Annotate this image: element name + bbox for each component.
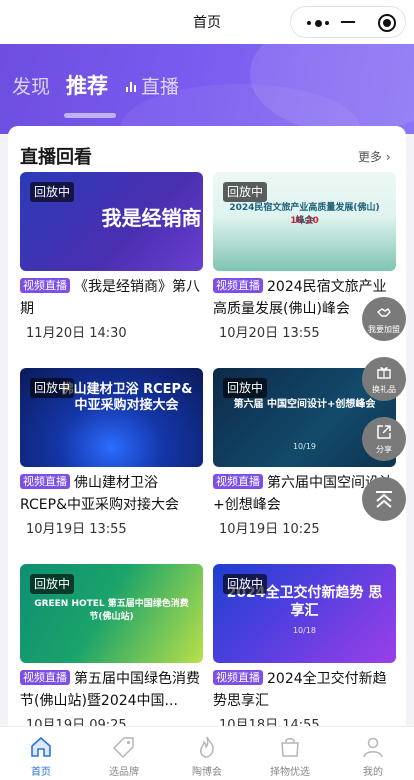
item-title[interactable]: 视频直播 佛山建材卫浴RCEP&中亚采购对接大会: [20, 472, 203, 516]
type-tag: 视频直播: [213, 474, 263, 489]
tabbar-selection[interactable]: 择物优选: [249, 727, 331, 780]
thumbnail-text: 我是经销商: [101, 206, 202, 230]
user-icon: [363, 737, 383, 758]
item-time: 11月20日 14:30: [26, 326, 127, 341]
minimize-icon[interactable]: [341, 21, 355, 23]
live-bars-icon: [126, 82, 138, 92]
tabbar-brands-label: 选品牌: [109, 767, 139, 778]
thumbnail-date: 10.20: [290, 216, 319, 226]
back-to-top-button[interactable]: [362, 477, 406, 521]
hero-banner: 发现 推荐 直播: [0, 44, 414, 134]
tabbar-profile[interactable]: 我的: [332, 727, 414, 780]
item-time: 10月19日 13:55: [26, 522, 127, 537]
item-time: 10月20日 13:55: [219, 326, 320, 341]
item-title[interactable]: 视频直播 第五届中国绿色消费节(佛山站)暨2024中国...: [20, 668, 203, 712]
tab-discover[interactable]: 发现: [12, 72, 50, 99]
more-label: 更多: [358, 150, 383, 164]
tabbar-expo[interactable]: 陶博会: [166, 727, 248, 780]
top-nav-bar: 首页: [0, 0, 414, 44]
chevron-right-icon: ›: [382, 150, 391, 164]
tabbar-home[interactable]: 首页: [0, 727, 82, 780]
tabbar-brands[interactable]: 选品牌: [83, 727, 165, 780]
status-badge: 回放中: [30, 378, 75, 398]
bottom-tab-bar: 首页 选品牌 陶博会 择物优选 我的: [0, 726, 414, 780]
tabbar-profile-label: 我的: [363, 767, 383, 778]
tab-underline: [64, 113, 116, 118]
tabbar-home-label: 首页: [31, 767, 51, 778]
thumbnail-text: GREEN HOTEL 第五届中国绿色消费节(佛山站): [34, 599, 189, 622]
type-tag: 视频直播: [20, 670, 70, 685]
join-franchise-button[interactable]: 我要加盟: [362, 297, 406, 341]
tab-recommend[interactable]: 推荐: [66, 70, 108, 100]
close-target-icon[interactable]: [378, 14, 396, 32]
tabbar-selection-label: 择物优选: [270, 767, 310, 778]
gift-icon: [377, 367, 391, 379]
replay-thumbnail[interactable]: GREEN HOTEL 第五届中国绿色消费节(佛山站) 回放中: [20, 564, 203, 663]
type-tag: 视频直播: [213, 670, 263, 685]
replay-thumbnail[interactable]: 2024民宿文旅产业高质量发展(佛山)峰会 10.20 回放中: [213, 172, 396, 271]
share-button[interactable]: 分享: [362, 417, 406, 461]
replay-thumbnail[interactable]: 2024全卫交付新趋势 思享汇 10/18 回放中: [213, 564, 396, 663]
replay-thumbnail[interactable]: 佛山建材卫浴 RCEP&中亚采购对接大会 回放中: [20, 368, 203, 467]
thumbnail-text: 第六届 中国空间设计+创想峰会: [233, 399, 376, 410]
status-badge: 回放中: [30, 574, 75, 594]
bag-icon: [281, 738, 299, 757]
handshake-icon: [376, 308, 391, 317]
item-time: 10月19日 10:25: [219, 522, 320, 537]
status-badge: 回放中: [223, 182, 268, 202]
status-badge: 回放中: [223, 574, 268, 594]
type-tag: 视频直播: [20, 278, 70, 293]
exchange-gift-label: 换礼品: [372, 385, 396, 394]
status-badge: 回放中: [223, 378, 268, 398]
more-dots-icon[interactable]: [307, 19, 329, 27]
type-tag: 视频直播: [213, 278, 263, 293]
item-title[interactable]: 视频直播 2024全卫交付新趋势思享汇: [213, 668, 396, 712]
thumbnail-date: 10/18: [292, 626, 317, 635]
exchange-gift-button[interactable]: 换礼品: [362, 357, 406, 401]
flame-icon: [200, 736, 214, 758]
replay-thumbnail[interactable]: 我是经销商 回放中: [20, 172, 203, 271]
share-icon: [377, 425, 391, 439]
tag-icon: [112, 737, 134, 759]
tab-live[interactable]: 直播: [141, 72, 179, 99]
share-label: 分享: [376, 445, 392, 454]
home-icon: [31, 737, 51, 757]
item-title[interactable]: 视频直播 《我是经销商》第八期: [20, 276, 203, 320]
status-badge: 回放中: [30, 182, 75, 202]
more-link[interactable]: 更多 ›: [358, 148, 391, 165]
tabbar-expo-label: 陶博会: [192, 767, 222, 778]
join-franchise-label: 我要加盟: [368, 325, 400, 334]
section-title: 直播回看: [20, 147, 92, 168]
mini-program-capsule: [290, 6, 406, 38]
back-to-top-icon: [376, 491, 392, 508]
page: 首页 发现 推荐 直播 直播回看 更多 › 我是经销商 回放中 视频直播 《我是经…: [0, 0, 414, 780]
type-tag: 视频直播: [20, 474, 70, 489]
